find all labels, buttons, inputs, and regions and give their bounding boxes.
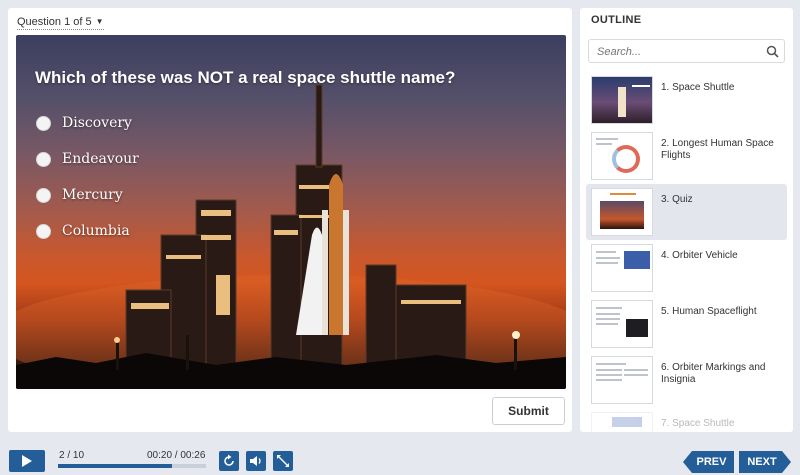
volume-button[interactable] <box>246 451 266 471</box>
outline-item-label: 7. Space Shuttle <box>661 418 735 429</box>
choice-discovery[interactable]: Discovery <box>36 105 139 141</box>
outline-item-orbiter-markings[interactable]: 6. Orbiter Markings and Insignia <box>586 352 787 408</box>
time-readout: 00:20 / 00:26 <box>147 450 206 461</box>
radio-button[interactable] <box>36 151 51 167</box>
progress-fill <box>58 464 172 468</box>
slide-thumbnail <box>591 300 653 348</box>
outline-sidebar: OUTLINE 1. Space Shuttle 2. Longest Huma… <box>580 8 793 432</box>
choice-endeavour[interactable]: Endeavour <box>36 141 139 177</box>
fullscreen-button[interactable] <box>273 451 293 471</box>
prev-button[interactable]: PREV <box>683 451 734 473</box>
choice-mercury[interactable]: Mercury <box>36 177 139 213</box>
outline-item-label: 1. Space Shuttle <box>661 82 735 93</box>
radio-button[interactable] <box>36 223 51 239</box>
outline-search[interactable] <box>588 39 785 63</box>
volume-icon <box>250 456 261 466</box>
quiz-slide: Which of these was NOT a real space shut… <box>16 35 566 389</box>
outline-item-space-shuttle[interactable]: 1. Space Shuttle <box>586 72 787 128</box>
question-counter-label: Question 1 of 5 <box>17 16 92 28</box>
choice-label: Endeavour <box>62 151 139 167</box>
outline-item-label: 3. Quiz <box>661 194 693 205</box>
progress-bar[interactable] <box>58 464 206 468</box>
outline-item-quiz[interactable]: 3. Quiz <box>586 184 787 240</box>
choice-columbia[interactable]: Columbia <box>36 213 139 249</box>
play-icon <box>22 455 32 467</box>
slide-thumbnail <box>591 356 653 404</box>
outline-item-orbiter-vehicle[interactable]: 4. Orbiter Vehicle <box>586 240 787 296</box>
choice-label: Columbia <box>62 223 130 239</box>
outline-item-space-shuttle-2[interactable]: 7. Space Shuttle <box>586 408 787 432</box>
answer-choices: Discovery Endeavour Mercury Columbia <box>36 105 139 249</box>
outline-item-label: 6. Orbiter Markings and Insignia <box>661 362 766 385</box>
replay-icon <box>224 454 234 466</box>
outline-heading: OUTLINE <box>591 14 642 26</box>
slide-thumbnail <box>591 412 653 432</box>
slide-thumbnail <box>591 132 653 180</box>
question-text: Which of these was NOT a real space shut… <box>35 68 456 87</box>
caret-down-icon: ▼ <box>95 17 104 26</box>
outline-item-label: 4. Orbiter Vehicle <box>661 250 738 261</box>
search-input[interactable] <box>597 44 757 59</box>
outline-list: 1. Space Shuttle 2. Longest Human Space … <box>586 72 787 432</box>
expand-icon <box>277 455 289 467</box>
slide-thumbnail <box>591 244 653 292</box>
choice-label: Mercury <box>62 187 123 203</box>
submit-button[interactable]: Submit <box>492 397 565 425</box>
outline-item-longest-flights[interactable]: 2. Longest Human Space Flights <box>586 128 787 184</box>
quiz-panel: Question 1 of 5 ▼ Which of these was NOT… <box>8 8 572 432</box>
question-counter-dropdown[interactable]: Question 1 of 5 ▼ <box>17 15 104 30</box>
radio-button[interactable] <box>36 115 51 131</box>
slide-thumbnail <box>591 76 653 124</box>
player-bar: 2 / 10 00:20 / 00:26 PREV NEXT <box>0 440 800 475</box>
play-button[interactable] <box>9 450 45 472</box>
replay-button[interactable] <box>219 451 239 471</box>
slide-thumbnail <box>591 188 653 236</box>
slide-count: 2 / 10 <box>59 450 85 461</box>
next-button[interactable]: NEXT <box>739 451 791 473</box>
outline-item-label: 2. Longest Human Space Flights <box>661 138 774 161</box>
radio-button[interactable] <box>36 187 51 203</box>
search-icon[interactable] <box>766 45 779 58</box>
choice-label: Discovery <box>62 115 132 131</box>
outline-item-label: 5. Human Spaceflight <box>661 306 757 317</box>
outline-item-human-spaceflight[interactable]: 5. Human Spaceflight <box>586 296 787 352</box>
